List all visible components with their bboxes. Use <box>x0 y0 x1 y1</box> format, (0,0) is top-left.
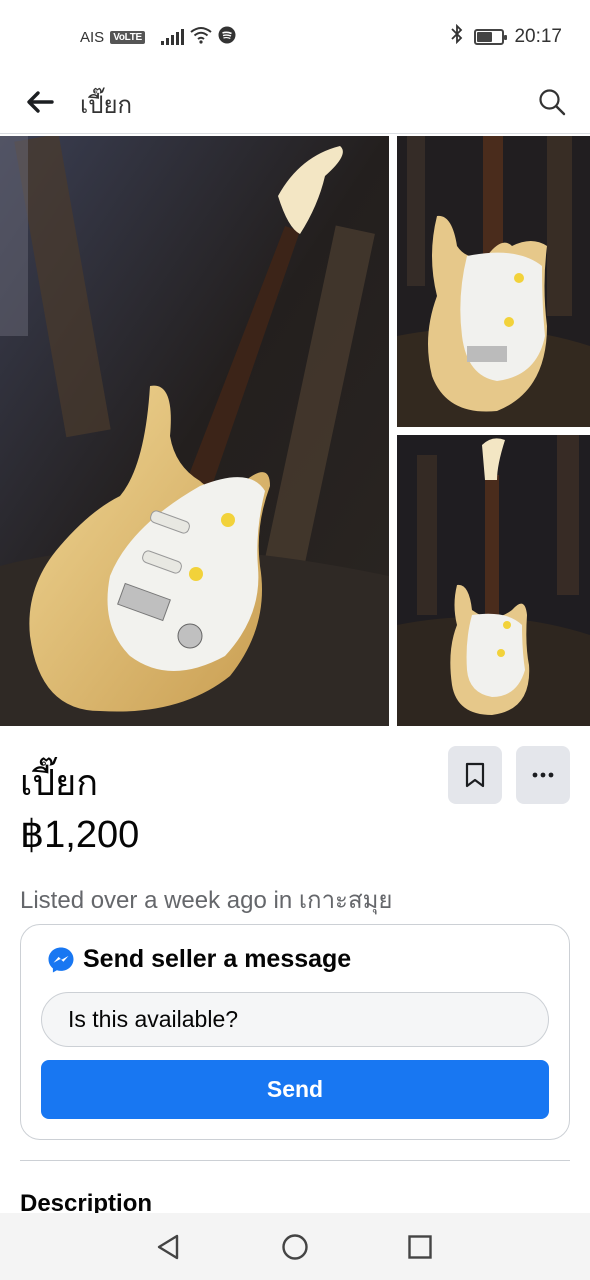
guitar-photo-3[interactable] <box>397 435 590 726</box>
page-title: เปี๊ยก <box>80 92 133 119</box>
arrow-left-icon <box>27 91 54 113</box>
guitar-photo-main[interactable] <box>0 136 389 726</box>
top-nav: เปี๊ยก <box>0 72 590 134</box>
triangle-back-icon <box>157 1234 179 1260</box>
spotify-icon <box>218 26 236 48</box>
photo-gallery <box>0 136 590 726</box>
square-recents-icon <box>408 1235 432 1259</box>
message-card-header: Send seller a message <box>47 945 351 974</box>
listing-meta: Listed over a week ago in เกาะสมุย <box>20 887 393 914</box>
search-button[interactable] <box>530 80 574 124</box>
volte-badge: VoLTE <box>110 30 145 44</box>
status-bar: AIS VoLTE 20:17 <box>0 0 590 72</box>
message-card-heading: Send seller a message <box>83 945 352 973</box>
battery-icon <box>474 29 508 45</box>
status-left: AIS VoLTE <box>80 26 236 48</box>
messenger-icon <box>48 947 74 972</box>
more-options-button[interactable] <box>516 746 570 804</box>
message-seller-card: Send seller a message Send <box>20 924 570 1140</box>
clock: 20:17 <box>514 26 562 47</box>
system-back-button[interactable] <box>150 1229 186 1265</box>
system-nav-bar <box>0 1213 590 1280</box>
search-icon <box>539 89 566 116</box>
listing-title: เปี๊ยก <box>20 762 99 803</box>
message-input[interactable] <box>41 992 549 1047</box>
signal-icon <box>160 29 184 45</box>
listing-price: ฿1,200 <box>20 814 140 856</box>
more-icon <box>532 772 554 778</box>
wifi-icon <box>190 26 212 48</box>
save-button[interactable] <box>448 746 502 804</box>
system-home-button[interactable] <box>277 1229 313 1265</box>
back-button[interactable] <box>20 82 60 122</box>
carrier-label: AIS <box>80 28 105 46</box>
section-divider <box>20 1160 570 1161</box>
system-recents-button[interactable] <box>402 1229 438 1265</box>
guitar-photo-2[interactable] <box>397 136 590 427</box>
send-button[interactable]: Send <box>41 1060 549 1119</box>
bookmark-icon <box>465 762 485 788</box>
bluetooth-icon <box>450 23 464 50</box>
circle-home-icon <box>282 1234 308 1260</box>
status-right: 20:17 <box>450 23 562 50</box>
